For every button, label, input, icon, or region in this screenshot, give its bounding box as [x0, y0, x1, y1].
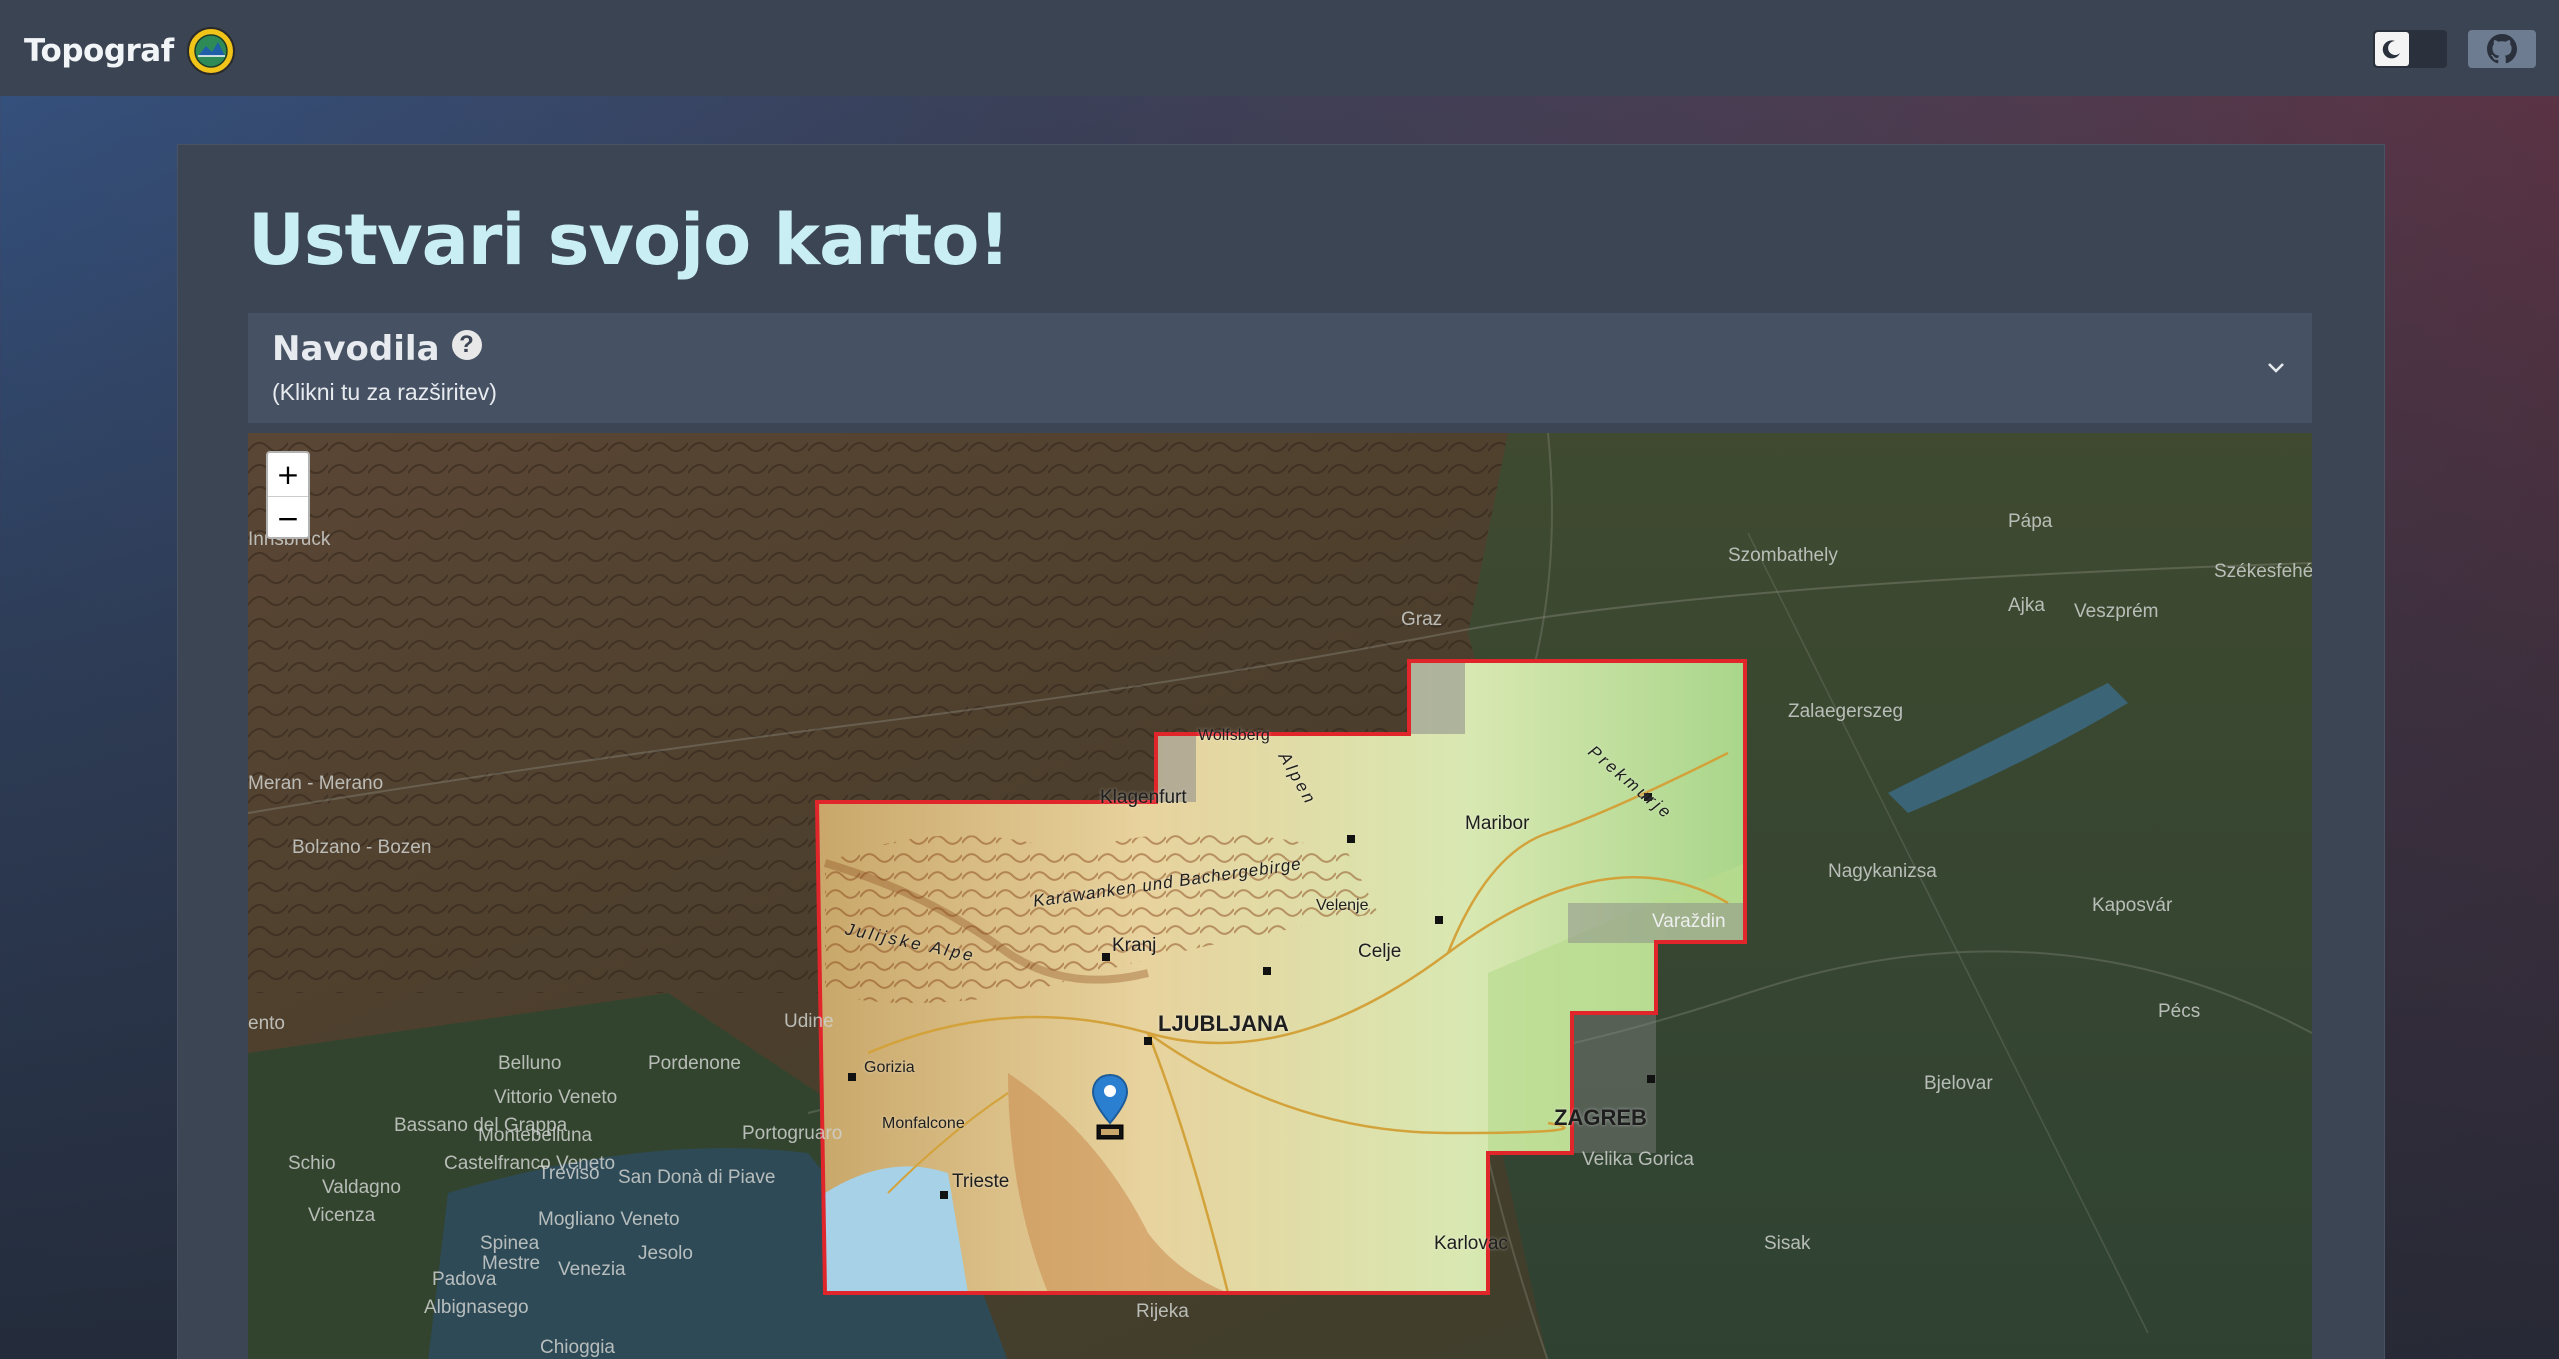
map-label: Karlovac	[1434, 1233, 1508, 1254]
map-label: Velenje	[1316, 897, 1369, 914]
map-label: Pordenone	[648, 1053, 741, 1074]
map-label: Spinea	[480, 1233, 540, 1254]
map-label: Jesolo	[638, 1243, 693, 1264]
map-label: Chioggia	[540, 1337, 615, 1358]
map-label: Bassano del Grappa	[394, 1115, 568, 1136]
map-label: Udine	[784, 1011, 834, 1032]
page-title: Ustvari svojo karto!	[248, 199, 1010, 281]
theme-toggle[interactable]	[2373, 30, 2447, 68]
logo-icon	[186, 27, 235, 75]
map-label: Maribor	[1465, 813, 1530, 834]
map-label: Vicenza	[308, 1205, 376, 1226]
instructions-accordion[interactable]: Navodila ? (Klikni tu za razširitev)	[248, 313, 2312, 423]
map-label: Padova	[432, 1269, 497, 1290]
main-card: Ustvari svojo karto! Navodila ? (Klikni …	[177, 144, 2385, 1359]
map-label: San Donà di Piave	[618, 1167, 776, 1188]
map-label: Monfalcone	[882, 1115, 965, 1132]
github-icon	[2487, 34, 2517, 64]
map-label: Zalaegerszeg	[1788, 701, 1904, 722]
map-label: Valdagno	[322, 1177, 401, 1198]
chevron-down-icon	[2268, 363, 2284, 373]
brand-name: Topograf	[24, 33, 174, 69]
map-label: Pápa	[2008, 511, 2053, 532]
map-label: Venezia	[558, 1259, 626, 1280]
map-label: Kaposvár	[2092, 895, 2173, 916]
top-navbar: Topograf	[0, 0, 2559, 96]
map-label: Klagenfurt	[1100, 787, 1187, 808]
map-label: Veszprém	[2074, 601, 2159, 622]
map-label: Nagykanizsa	[1828, 861, 1937, 882]
github-button[interactable]	[2468, 30, 2536, 68]
brand[interactable]: Topograf	[24, 26, 236, 76]
map-label: Bolzano - Bozen	[292, 837, 432, 858]
zoom-out-button[interactable]: −	[268, 497, 308, 540]
map-label: LJUBLJANA	[1158, 1011, 1289, 1036]
map-label: Gorizia	[864, 1059, 915, 1076]
accordion-subtitle: (Klikni tu za razširitev)	[272, 379, 497, 405]
accordion-header: Navodila ?	[272, 329, 482, 369]
map-label: Wolfsberg	[1198, 727, 1270, 744]
map-label: Treviso	[538, 1163, 600, 1184]
map-label: Bjelovar	[1924, 1073, 1993, 1094]
zoom-control: + −	[266, 451, 310, 539]
map-label: Belluno	[498, 1053, 562, 1074]
map-label: Graz	[1401, 609, 1443, 630]
moon-icon	[2375, 32, 2409, 66]
map-label: Szombathely	[1728, 545, 1838, 566]
map-label: Varaždin	[1652, 911, 1726, 932]
map-marker-icon[interactable]	[1090, 1073, 1130, 1145]
zoom-in-button[interactable]: +	[268, 453, 308, 497]
map-label: Ajka	[2008, 595, 2045, 616]
map-label: Meran - Merano	[248, 773, 384, 794]
accordion-title: Navodila	[272, 329, 440, 369]
map-label: ento	[248, 1013, 285, 1034]
map-label: Rijeka	[1136, 1301, 1189, 1322]
map-label: Sisak	[1764, 1233, 1811, 1254]
map-label: Albignasego	[424, 1297, 529, 1318]
map-view[interactable]: Innsbruck Graz Szombathely Székesfehé Ve…	[248, 433, 2312, 1359]
map-label: Mogliano Veneto	[538, 1209, 680, 1230]
map-label: ZAGREB	[1554, 1105, 1647, 1130]
map-label: Schio	[288, 1153, 336, 1174]
map-label: Portogruaro	[742, 1123, 843, 1144]
help-icon[interactable]: ?	[451, 330, 482, 360]
map-label: Celje	[1358, 941, 1402, 962]
map-label: Trieste	[952, 1171, 1010, 1192]
map-label: Kranj	[1112, 935, 1157, 956]
map-label: Székesfehé	[2214, 561, 2312, 582]
map-label: Pécs	[2158, 1001, 2201, 1022]
map-label: Velika Gorica	[1582, 1149, 1694, 1170]
map-label: Vittorio Veneto	[494, 1087, 618, 1108]
